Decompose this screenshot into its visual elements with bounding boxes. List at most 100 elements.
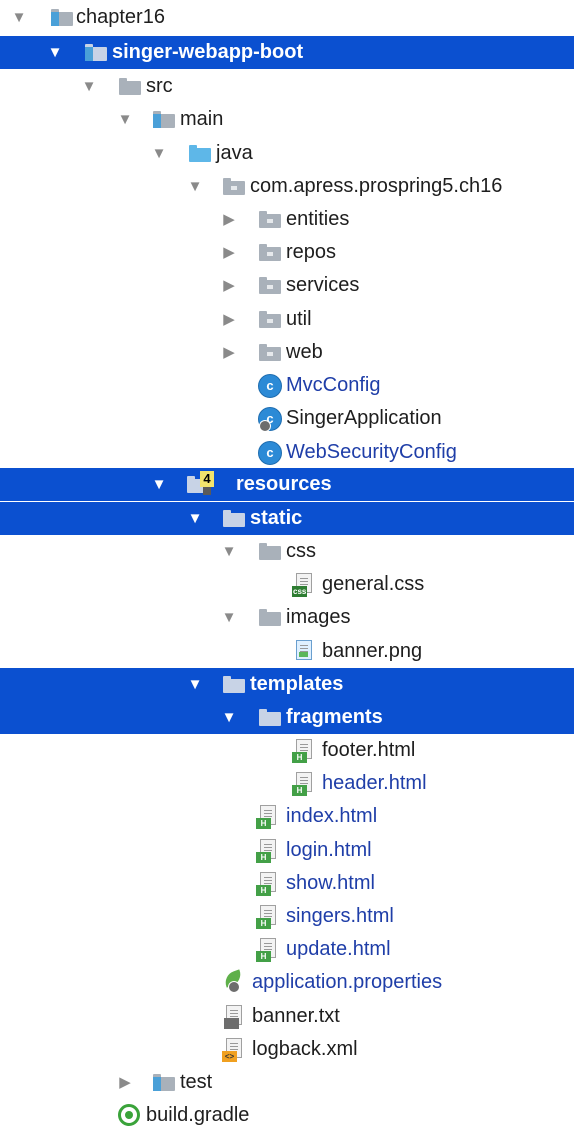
spring-properties-icon xyxy=(222,969,246,993)
project-tree: ▼ chapter16 ▼ singer-webapp-boot ▼ src ▼… xyxy=(0,0,574,1128)
tree-node-label: header.html xyxy=(322,772,427,794)
tree-node-websecurityconfig[interactable]: c WebSecurityConfig xyxy=(0,436,574,469)
html-file-icon: H xyxy=(256,805,280,829)
tree-node-fragments[interactable]: ▼ fragments xyxy=(0,701,574,734)
expand-arrow-icon[interactable]: ▼ xyxy=(10,1,28,34)
tree-node-header-html[interactable]: H header.html xyxy=(0,767,574,800)
expand-arrow-icon[interactable]: ▼ xyxy=(220,535,238,568)
tree-node-singerapplication[interactable]: c SingerApplication xyxy=(0,402,574,435)
class-icon: c xyxy=(258,374,282,398)
tree-node-label: WebSecurityConfig xyxy=(286,441,457,463)
html-file-icon: H xyxy=(256,938,280,962)
module-folder-icon xyxy=(50,6,74,28)
source-folder-icon xyxy=(152,108,176,130)
collapse-arrow-icon[interactable]: ▶ xyxy=(116,1066,134,1099)
folder-icon xyxy=(258,706,282,728)
text-file-icon xyxy=(222,1005,246,1029)
tree-node-css[interactable]: ▼ css xyxy=(0,535,574,568)
html-file-icon: H xyxy=(256,872,280,896)
tree-node-label: update.html xyxy=(286,938,391,960)
expand-arrow-icon[interactable]: ▼ xyxy=(186,170,204,203)
expand-arrow-icon[interactable]: ▼ xyxy=(46,36,64,69)
tree-node-static[interactable]: ▼ static xyxy=(0,502,574,535)
tree-node-images[interactable]: ▼ images xyxy=(0,601,574,634)
tree-node-package-root[interactable]: ▼ com.apress.prospring5.ch16 xyxy=(0,170,574,203)
tree-node-web[interactable]: ▶ web xyxy=(0,336,574,369)
tree-node-label: singers.html xyxy=(286,905,394,927)
tree-node-label: com.apress.prospring5.ch16 xyxy=(250,175,503,197)
tree-node-logback-xml[interactable]: <> logback.xml xyxy=(0,1033,574,1066)
expand-arrow-icon[interactable]: ▼ xyxy=(186,668,204,701)
tree-node-label: login.html xyxy=(286,839,372,861)
tree-node-label: show.html xyxy=(286,872,375,894)
tree-node-label: java xyxy=(216,142,253,164)
tree-node-label: MvcConfig xyxy=(286,374,381,396)
tree-node-application-properties[interactable]: application.properties xyxy=(0,966,574,999)
tree-node-services[interactable]: ▶ services xyxy=(0,269,574,302)
tree-node-label: repos xyxy=(286,241,337,263)
tree-node-chapter16[interactable]: ▼ chapter16 xyxy=(0,1,574,34)
tree-node-update-html[interactable]: H update.html xyxy=(0,933,574,966)
class-icon: c xyxy=(258,441,282,465)
tree-node-label: util xyxy=(286,308,312,330)
tree-node-build-gradle[interactable]: build.gradle xyxy=(0,1099,574,1132)
spring-boot-class-icon: c xyxy=(258,407,282,432)
expand-arrow-icon[interactable]: ▼ xyxy=(220,601,238,634)
tree-node-repos[interactable]: ▶ repos xyxy=(0,236,574,269)
resources-folder-icon: 4 xyxy=(186,471,214,495)
collapse-arrow-icon[interactable]: ▶ xyxy=(220,269,238,302)
gradle-file-icon xyxy=(118,1104,140,1126)
tree-node-label: test xyxy=(180,1071,213,1093)
package-icon xyxy=(258,308,282,330)
package-icon xyxy=(222,175,246,197)
tree-node-mvcconfig[interactable]: c MvcConfig xyxy=(0,369,574,402)
collapse-arrow-icon[interactable]: ▶ xyxy=(220,303,238,336)
tree-node-label: web xyxy=(286,341,323,363)
tree-node-singers-html[interactable]: H singers.html xyxy=(0,900,574,933)
tree-node-java[interactable]: ▼ java xyxy=(0,137,574,170)
tree-node-label: banner.png xyxy=(322,640,423,662)
tree-node-label: banner.txt xyxy=(252,1005,340,1027)
collapse-arrow-icon[interactable]: ▶ xyxy=(220,203,238,236)
tree-node-singer-webapp-boot[interactable]: ▼ singer-webapp-boot xyxy=(0,36,574,69)
expand-arrow-icon[interactable]: ▼ xyxy=(116,103,134,136)
package-icon xyxy=(258,341,282,363)
html-file-icon: H xyxy=(292,739,316,763)
package-icon xyxy=(258,241,282,263)
tree-node-banner-png[interactable]: banner.png xyxy=(0,635,574,668)
tree-node-label: SingerApplication xyxy=(286,407,442,429)
tree-node-label: index.html xyxy=(286,805,378,827)
tree-node-label: build.gradle xyxy=(146,1104,250,1126)
tree-node-label: chapter16 xyxy=(76,6,165,28)
tree-node-entities[interactable]: ▶ entities xyxy=(0,203,574,236)
test-folder-icon xyxy=(152,1071,176,1093)
tree-node-src[interactable]: ▼ src xyxy=(0,70,574,103)
html-file-icon: H xyxy=(256,839,280,863)
expand-arrow-icon[interactable]: ▼ xyxy=(186,502,204,535)
tree-node-label: application.properties xyxy=(252,971,443,993)
tree-node-templates[interactable]: ▼ templates xyxy=(0,668,574,701)
tree-node-index-html[interactable]: H index.html xyxy=(0,800,574,833)
tree-node-label: fragments xyxy=(286,706,383,728)
tree-node-label: images xyxy=(286,606,351,628)
expand-arrow-icon[interactable]: ▼ xyxy=(220,701,238,734)
tree-node-general-css[interactable]: css general.css xyxy=(0,568,574,601)
folder-icon xyxy=(222,507,246,529)
tree-node-footer-html[interactable]: H footer.html xyxy=(0,734,574,767)
tree-node-main[interactable]: ▼ main xyxy=(0,103,574,136)
collapse-arrow-icon[interactable]: ▶ xyxy=(220,236,238,269)
tree-node-banner-txt[interactable]: banner.txt xyxy=(0,1000,574,1033)
collapse-arrow-icon[interactable]: ▶ xyxy=(220,336,238,369)
expand-arrow-icon[interactable]: ▼ xyxy=(80,70,98,103)
expand-arrow-icon[interactable]: ▼ xyxy=(150,137,168,170)
expand-arrow-icon[interactable]: ▼ xyxy=(150,468,168,501)
tree-node-show-html[interactable]: H show.html xyxy=(0,867,574,900)
tree-node-util[interactable]: ▶ util xyxy=(0,303,574,336)
java-folder-icon xyxy=(188,142,212,164)
tree-node-login-html[interactable]: H login.html xyxy=(0,834,574,867)
tree-node-test[interactable]: ▶ test xyxy=(0,1066,574,1099)
tree-node-label: general.css xyxy=(322,573,425,595)
tree-node-label: logback.xml xyxy=(252,1038,358,1060)
tree-node-resources[interactable]: ▼ 4 resources xyxy=(0,468,574,501)
tree-node-label: resources xyxy=(236,473,332,495)
